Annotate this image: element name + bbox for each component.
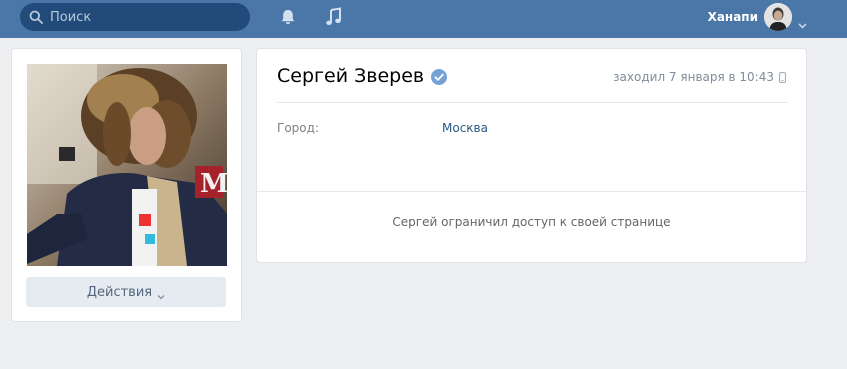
restricted-access-message: Сергей ограничил доступ к своей странице — [392, 215, 671, 229]
chevron-down-icon[interactable] — [798, 14, 807, 29]
verified-icon[interactable] — [431, 68, 448, 85]
city-link[interactable]: Москва — [442, 121, 488, 135]
actions-button[interactable]: Действия — [26, 277, 226, 307]
actions-button-label: Действия — [86, 284, 153, 300]
current-user-name[interactable]: Ханапи — [692, 10, 758, 24]
profile-name: Сергей Зверев — [277, 65, 425, 87]
last-seen-text: заходил 7 января в 10:43 — [613, 70, 774, 84]
city-label: Город: — [277, 121, 319, 135]
mobile-phone-icon — [779, 71, 786, 83]
profile-photo-card: M Действия — [11, 48, 242, 322]
search-icon — [29, 10, 43, 24]
search-input[interactable]: Поиск — [50, 10, 91, 25]
divider — [277, 102, 788, 103]
top-bar: Поиск Ханапи — [0, 0, 847, 38]
music-icon[interactable] — [325, 7, 343, 27]
svg-text:M: M — [200, 169, 227, 199]
page-title: Сергей Зверев — [277, 65, 448, 87]
bell-icon[interactable] — [279, 8, 297, 26]
last-seen-status: заходил 7 января в 10:43 — [613, 70, 786, 84]
chevron-down-icon — [157, 289, 165, 300]
search-box[interactable]: Поиск — [20, 3, 250, 31]
divider — [257, 191, 806, 192]
profile-info-card: Сергей Зверев заходил 7 января в 10:43 Г… — [256, 48, 807, 263]
profile-photo[interactable]: M — [27, 64, 227, 266]
avatar[interactable] — [764, 3, 792, 31]
